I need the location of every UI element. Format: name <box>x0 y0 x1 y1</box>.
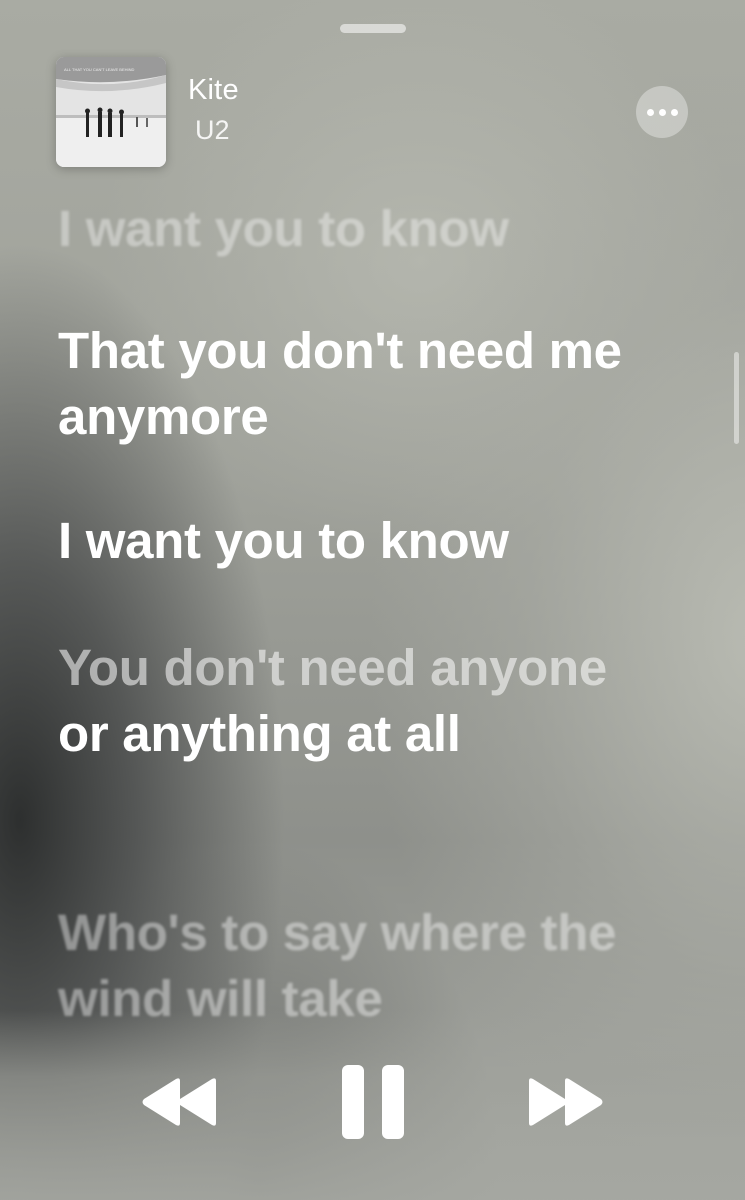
ellipsis-icon <box>658 108 666 116</box>
next-button[interactable] <box>525 1075 605 1129</box>
fast-forward-icon <box>529 1078 603 1126</box>
lyric-line-past[interactable]: I want you to know <box>58 196 658 262</box>
previous-button[interactable] <box>140 1075 220 1129</box>
ellipsis-icon <box>646 108 654 116</box>
pause-icon <box>342 1065 404 1139</box>
ellipsis-icon <box>670 108 678 116</box>
more-options-button[interactable] <box>636 86 688 138</box>
lyric-line[interactable]: That you don't need me anymore <box>58 318 658 450</box>
sheet-grabber[interactable] <box>340 24 406 33</box>
pause-button[interactable] <box>340 1063 406 1141</box>
lyric-text-unsung: or anything at all <box>58 705 461 762</box>
scroll-indicator[interactable] <box>734 352 739 444</box>
lyric-line-current[interactable]: You don't need anyone or anything at all <box>58 635 658 767</box>
song-title[interactable]: Kite <box>188 74 239 107</box>
album-art-text: ALL THAT YOU CAN'T LEAVE BEHIND <box>64 67 135 72</box>
lyric-line[interactable]: I want you to know <box>58 508 658 574</box>
album-art[interactable]: ALL THAT YOU CAN'T LEAVE BEHIND <box>56 57 166 167</box>
lyric-text: That you don't need me anymore <box>58 322 622 445</box>
rewind-icon <box>142 1078 216 1126</box>
song-artist[interactable]: U2 <box>195 115 230 146</box>
lyric-text-sung: You don't need anyone <box>58 639 607 696</box>
